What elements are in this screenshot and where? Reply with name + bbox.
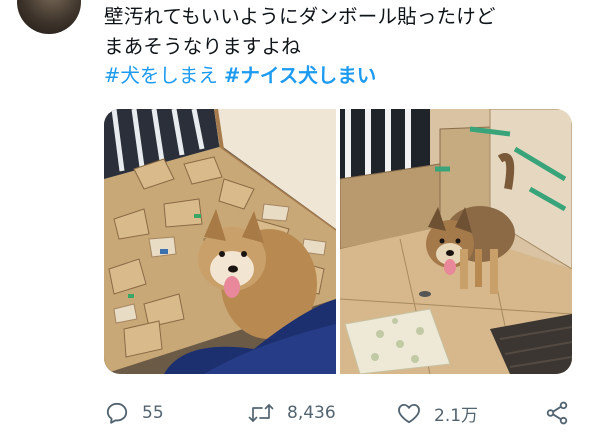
retweet-count: 8,436 <box>287 403 336 423</box>
hashtag-row: #犬をしまえ #ナイス犬しまい <box>104 61 376 91</box>
photo-dog-cardboard-room[interactable] <box>340 109 572 374</box>
like-button[interactable]: 2.1万 <box>396 397 478 429</box>
media-grid <box>104 109 572 374</box>
tweet-text: 壁汚れてもいいようにダンボール貼ったけど まあそうなりますよね <box>104 5 496 58</box>
share-icon <box>544 400 570 426</box>
tweet-actions: 55 8,436 2.1万 <box>104 397 584 429</box>
hashtag-link[interactable]: #犬をしまえ <box>104 64 218 87</box>
like-count: 2.1万 <box>434 405 479 426</box>
photo-dog-shredded-cardboard[interactable] <box>104 109 336 374</box>
heart-icon <box>396 400 422 426</box>
retweet-button[interactable]: 8,436 <box>247 397 336 429</box>
retweet-icon <box>247 400 275 426</box>
avatar[interactable] <box>17 0 81 34</box>
reply-icon <box>104 400 130 426</box>
reply-count: 55 <box>142 403 164 423</box>
hashtag-link[interactable]: #ナイス犬しまい <box>224 64 376 87</box>
reply-button[interactable]: 55 <box>104 397 164 429</box>
share-button[interactable] <box>544 397 570 429</box>
